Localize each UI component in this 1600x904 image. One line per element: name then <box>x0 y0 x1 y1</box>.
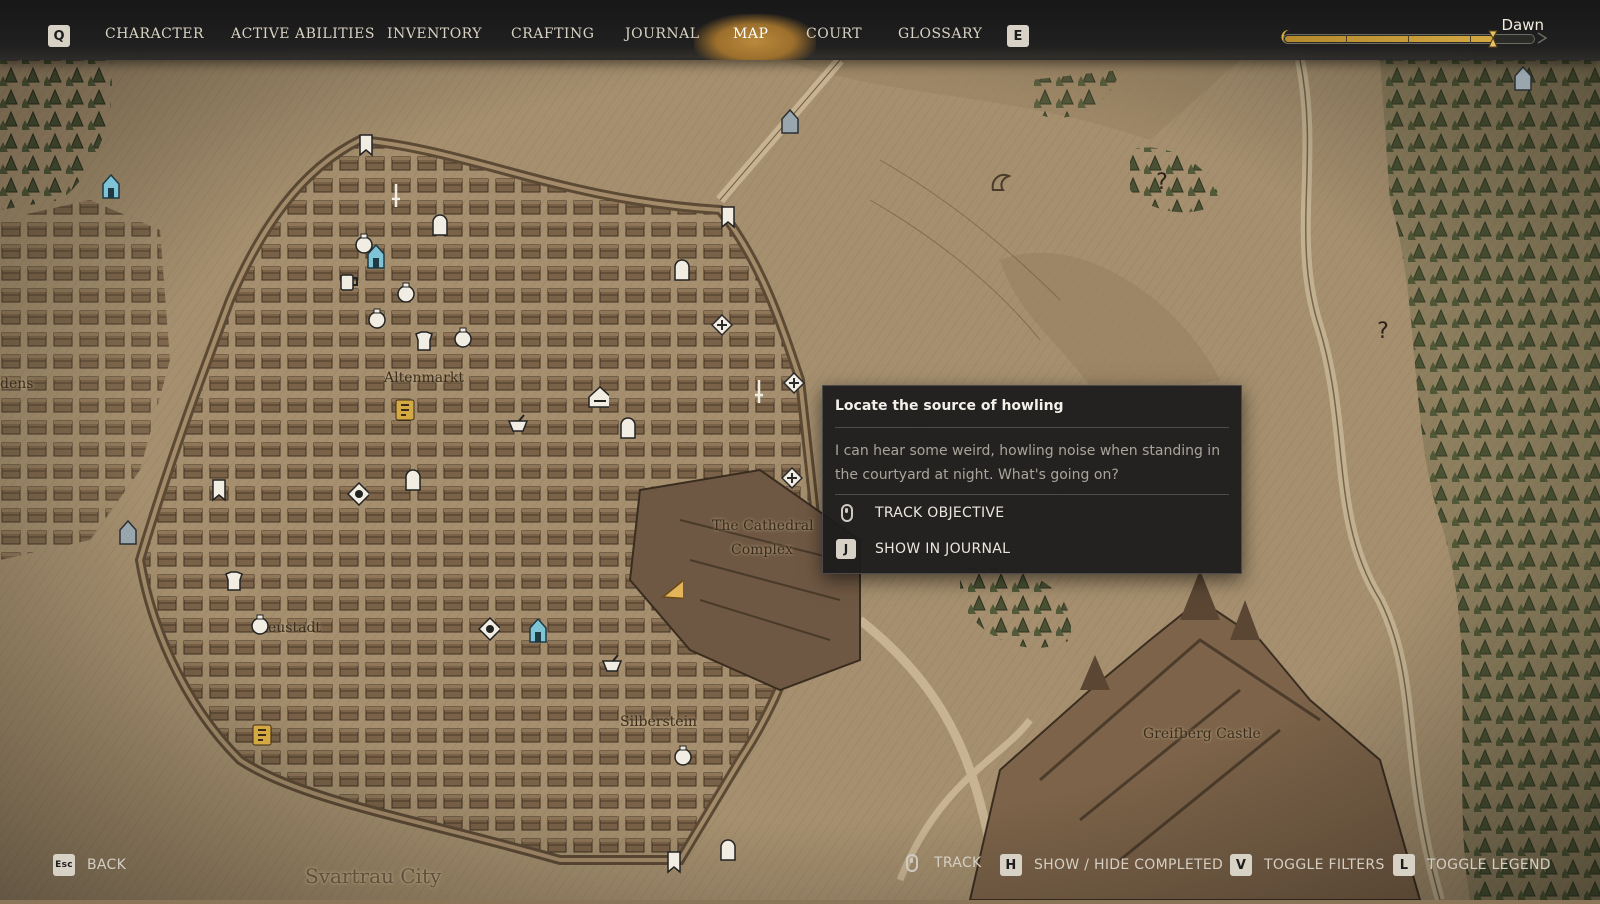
map-label-silberstein: Silberstein <box>620 714 698 730</box>
quest-description: I can hear some weird, howling noise whe… <box>835 443 1221 483</box>
world-map[interactable]: Altenmarkt The Cathedral Complex eustadt… <box>0 0 1600 902</box>
tab-glossary[interactable]: GLOSSARY <box>898 26 982 42</box>
tab-inventory[interactable]: INVENTORY <box>387 26 482 42</box>
cave-icon <box>989 172 1011 194</box>
tombstone-icon[interactable] <box>671 259 693 281</box>
landmark-icon[interactable] <box>347 482 369 506</box>
gate-icon <box>208 479 230 502</box>
quest-marker-icon[interactable] <box>781 467 803 489</box>
map-label-city: Svartrau City <box>305 864 442 888</box>
map-terrain <box>0 0 1600 902</box>
landmark-icon[interactable] <box>478 617 500 641</box>
time-of-day-fill <box>1285 36 1494 42</box>
back-hint[interactable]: Esc BACK <box>53 854 126 876</box>
show-in-journal-action[interactable]: J SHOW IN JOURNAL <box>836 537 1011 561</box>
track-objective-label: TRACK OBJECTIVE <box>875 505 1005 521</box>
tombstone-icon[interactable] <box>429 214 451 236</box>
merchant-icon[interactable] <box>452 326 474 348</box>
map-label-greifberg-castle: Greifberg Castle <box>1143 726 1261 742</box>
tombstone-icon[interactable] <box>717 839 739 861</box>
armorer-icon[interactable] <box>413 330 435 352</box>
map-label-gardens: dens <box>0 376 34 392</box>
merchant-icon[interactable] <box>353 232 375 254</box>
unknown-location-icon[interactable]: ? <box>1151 170 1173 195</box>
next-tab-key[interactable]: E <box>1007 25 1029 47</box>
tombstone-icon[interactable] <box>617 417 639 439</box>
track-label: TRACK <box>934 855 982 871</box>
back-label: BACK <box>87 857 127 873</box>
armorer-icon[interactable] <box>223 570 245 592</box>
toggle-filters-label: TOGGLE FILTERS <box>1264 857 1385 873</box>
shrine-icon[interactable] <box>100 174 122 199</box>
tombstone-icon[interactable] <box>402 469 424 491</box>
gate-icon <box>663 851 685 874</box>
v-key: V <box>1230 854 1252 876</box>
time-of-day-bar <box>1283 30 1535 48</box>
esc-key: Esc <box>53 854 75 876</box>
quest-divider <box>835 494 1229 495</box>
show-hide-completed-hint[interactable]: H SHOW / HIDE COMPLETED <box>1000 854 1223 876</box>
time-tick <box>1346 35 1347 43</box>
quest-marker-icon[interactable] <box>711 314 733 336</box>
bathhouse-icon[interactable] <box>587 385 609 408</box>
tab-court[interactable]: COURT <box>806 26 862 42</box>
journal-key: J <box>836 539 856 559</box>
merchant-icon[interactable] <box>395 281 417 303</box>
track-hint[interactable]: TRACK <box>906 854 982 872</box>
scribe-icon[interactable] <box>251 724 273 746</box>
time-marker-icon <box>1488 30 1499 52</box>
mouse-left-click-icon <box>841 504 853 522</box>
church-icon[interactable] <box>1512 66 1534 91</box>
toggle-legend-hint[interactable]: L TOGGLE LEGEND <box>1393 854 1551 876</box>
gate-icon <box>717 206 739 229</box>
toggle-filters-hint[interactable]: V TOGGLE FILTERS <box>1230 854 1385 876</box>
map-label-altenmarkt: Altenmarkt <box>384 370 464 386</box>
map-label-neustadt: eustadt <box>268 620 322 636</box>
tavern-icon[interactable] <box>338 271 360 293</box>
quest-divider <box>835 427 1229 428</box>
map-label-cathedral: The Cathedral <box>712 518 814 534</box>
merchant-icon[interactable] <box>366 307 388 329</box>
church-icon[interactable] <box>779 109 801 134</box>
mouse-left-click-icon <box>906 854 918 872</box>
top-navigation-bar: Q CHARACTER ACTIVE ABILITIES INVENTORY C… <box>0 0 1600 60</box>
quest-tooltip: Locate the source of howling I can hear … <box>822 385 1242 574</box>
time-of-day-label: Dawn <box>1501 16 1544 34</box>
show-in-journal-label: SHOW IN JOURNAL <box>875 541 1011 557</box>
h-key: H <box>1000 854 1022 876</box>
sword-icon[interactable] <box>385 184 407 207</box>
tab-journal[interactable]: JOURNAL <box>625 26 700 42</box>
tab-crafting[interactable]: CRAFTING <box>511 26 594 42</box>
tab-map[interactable]: MAP <box>733 26 768 42</box>
l-key: L <box>1393 854 1415 876</box>
time-tick <box>1470 35 1471 43</box>
merchant-icon[interactable] <box>249 613 271 635</box>
merchant-icon[interactable] <box>672 744 694 766</box>
toggle-legend-label: TOGGLE LEGEND <box>1427 857 1551 873</box>
tab-character[interactable]: CHARACTER <box>105 26 204 42</box>
herbalist-icon[interactable] <box>507 412 529 434</box>
show-hide-completed-label: SHOW / HIDE COMPLETED <box>1034 857 1224 873</box>
gate-icon <box>355 134 377 157</box>
tab-active-abilities[interactable]: ACTIVE ABILITIES <box>231 26 375 42</box>
quest-marker-icon[interactable] <box>783 372 805 394</box>
herbalist-icon[interactable] <box>601 652 623 674</box>
sword-icon[interactable] <box>748 380 770 403</box>
player-position-icon <box>661 578 683 600</box>
track-objective-action[interactable]: TRACK OBJECTIVE <box>841 501 1004 525</box>
prev-tab-key[interactable]: Q <box>48 25 70 47</box>
scribe-icon[interactable] <box>394 399 416 421</box>
church-icon[interactable] <box>117 520 139 545</box>
quest-title: Locate the source of howling <box>835 398 1064 414</box>
unknown-location-icon[interactable]: ? <box>1372 319 1394 344</box>
map-label-cathedral-line2: Complex <box>731 542 794 558</box>
time-tick <box>1408 35 1409 43</box>
shrine-icon[interactable] <box>527 618 549 643</box>
